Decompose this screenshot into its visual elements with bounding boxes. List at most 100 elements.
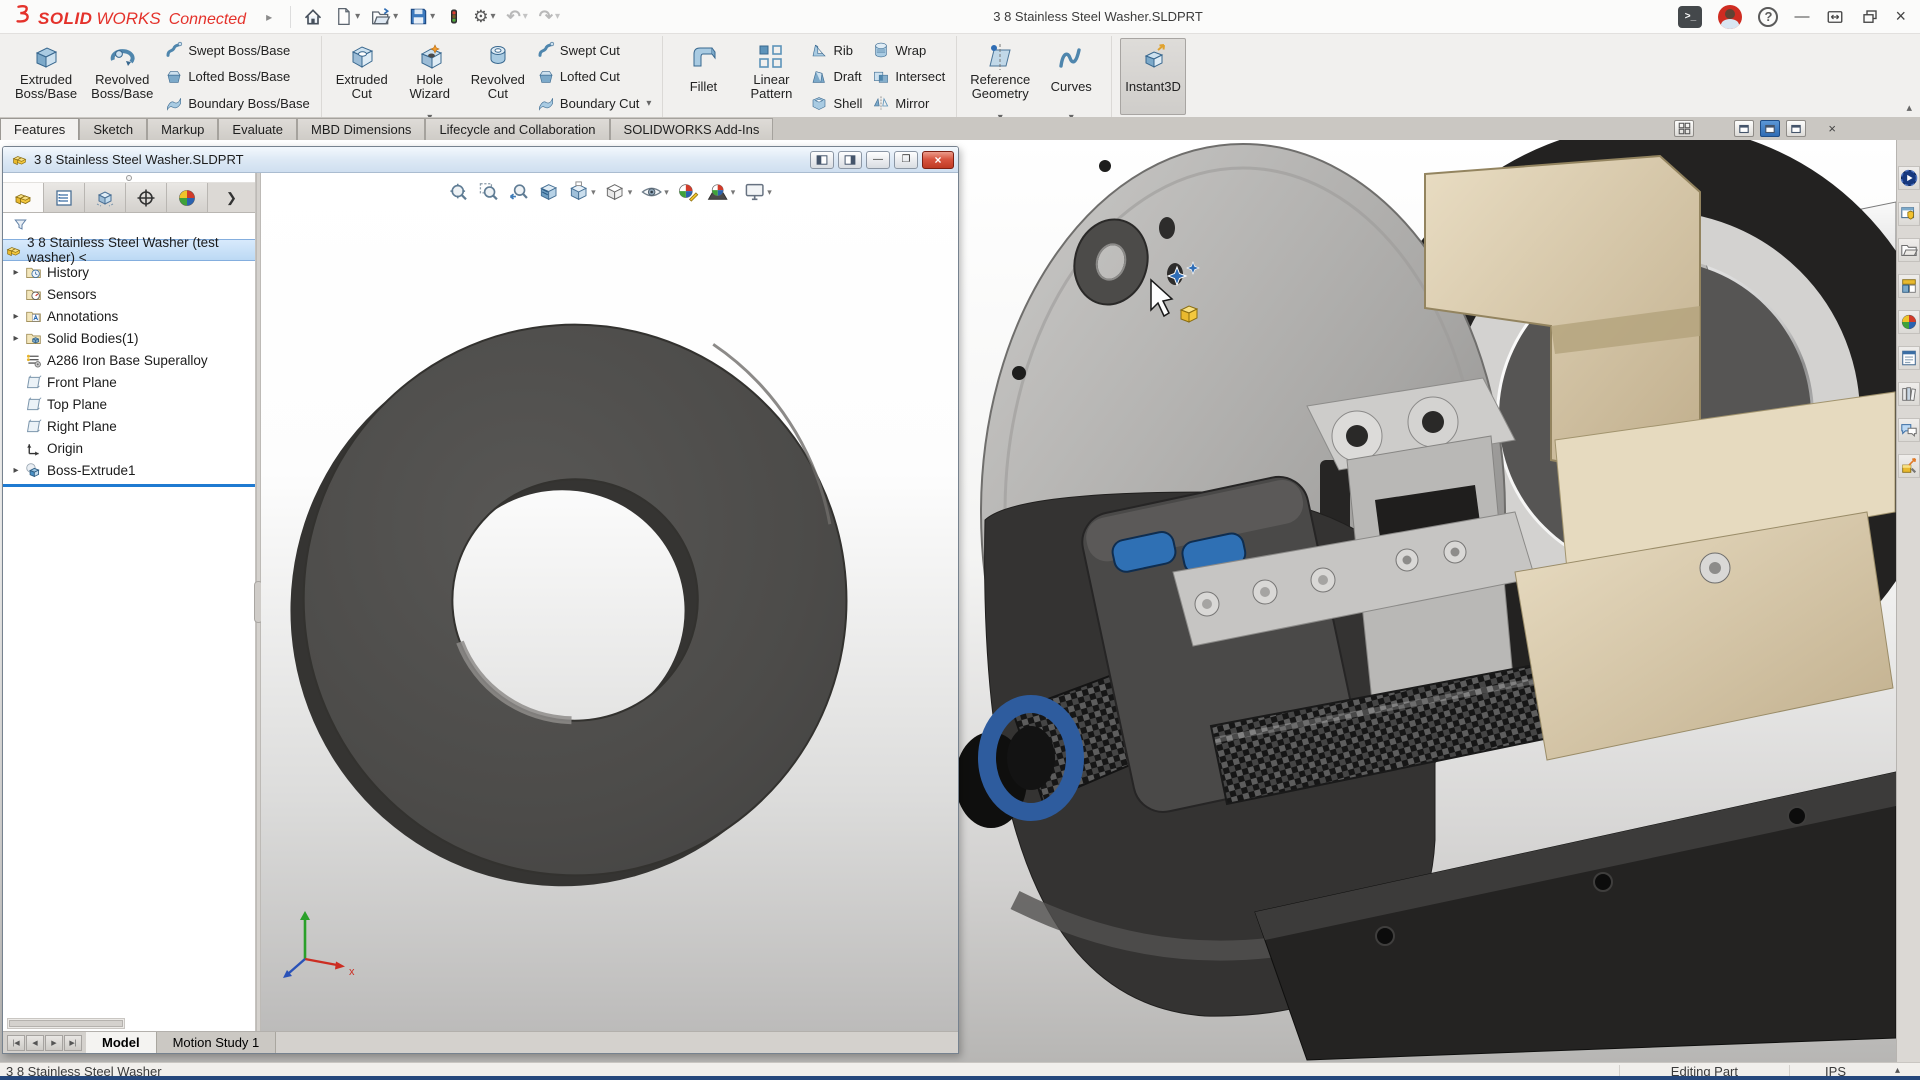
- linear-pattern-button[interactable]: LinearPattern: [739, 38, 803, 115]
- apply-scene-button[interactable]: ▾: [705, 179, 738, 205]
- tree-item-sensors[interactable]: Sensors: [3, 283, 255, 305]
- status-caret-icon[interactable]: ▴: [1895, 1065, 1900, 1076]
- custom-properties-button[interactable]: [1898, 382, 1920, 406]
- restore-button[interactable]: [1861, 8, 1879, 26]
- fm-tab-configuration-manager[interactable]: [85, 183, 126, 212]
- previous-tab-button[interactable]: ◀: [26, 1035, 44, 1051]
- tree-item-boss-extrude1[interactable]: ▸ Boss-Extrude1: [3, 459, 255, 481]
- curves-button[interactable]: Curves ▾: [1039, 38, 1103, 115]
- tree-item-origin[interactable]: Origin: [3, 437, 255, 459]
- swept-boss-base-button[interactable]: Swept Boss/Base: [162, 40, 312, 60]
- appearances-scenes-button[interactable]: [1898, 310, 1920, 334]
- document-restore-button[interactable]: ❐: [894, 151, 918, 169]
- wrap-button[interactable]: Wrap: [869, 40, 948, 60]
- washer-model[interactable]: [261, 173, 958, 1031]
- fm-tab-feature-tree[interactable]: [3, 183, 44, 212]
- background-assembly-viewport[interactable]: [955, 140, 1896, 1062]
- home-button[interactable]: [299, 4, 327, 30]
- new-document-button[interactable]: ▾: [330, 4, 364, 29]
- user-avatar[interactable]: [1718, 5, 1742, 29]
- undo-button[interactable]: ↶▾: [502, 6, 531, 28]
- extruded-boss-base-button[interactable]: ExtrudedBoss/Base: [10, 38, 82, 115]
- zoom-to-fit-button[interactable]: [445, 179, 471, 205]
- fm-tab-dimxpert[interactable]: [126, 183, 167, 212]
- lofted-cut-button[interactable]: Lofted Cut: [534, 67, 655, 87]
- expander-icon[interactable]: ▸: [11, 267, 21, 278]
- expander-icon[interactable]: ▸: [11, 311, 21, 322]
- minimize-button[interactable]: —: [1794, 8, 1809, 25]
- intersect-button[interactable]: Intersect: [869, 67, 948, 87]
- draft-button[interactable]: Draft: [807, 67, 865, 87]
- fm-tab-display-manager[interactable]: [167, 183, 208, 212]
- expand-button[interactable]: [1825, 8, 1845, 26]
- design-library-button[interactable]: [1898, 274, 1920, 298]
- window-view-button-2[interactable]: [1786, 120, 1806, 137]
- hole-wizard-button[interactable]: HoleWizard ▾: [398, 38, 462, 115]
- part-graphics-viewport[interactable]: ▾ ▾ ▾ ▾ ▾ x: [261, 173, 958, 1031]
- extruded-cut-button[interactable]: ExtrudedCut: [330, 38, 394, 115]
- tree-horizontal-scrollbar[interactable]: [7, 1018, 125, 1029]
- motion-study-tab[interactable]: Motion Study 1: [157, 1032, 277, 1053]
- revolved-boss-base-button[interactable]: RevolvedBoss/Base: [86, 38, 158, 115]
- next-tab-button[interactable]: ▶: [45, 1035, 63, 1051]
- tab-evaluate[interactable]: Evaluate: [218, 118, 297, 140]
- view-palette-button[interactable]: [1898, 346, 1920, 370]
- edit-appearance-button[interactable]: [675, 179, 701, 205]
- tab-lifecycle-collaboration[interactable]: Lifecycle and Collaboration: [425, 118, 609, 140]
- user-forum-button[interactable]: [1898, 418, 1920, 442]
- show-left-pane-button[interactable]: [810, 151, 834, 169]
- show-right-pane-button[interactable]: [838, 151, 862, 169]
- close-tab-group-button[interactable]: ×: [1828, 121, 1836, 136]
- redo-button[interactable]: ↷▾: [535, 6, 564, 28]
- solidworks-resources-button[interactable]: [1898, 202, 1920, 226]
- tree-item-material[interactable]: A286 Iron Base Superalloy: [3, 349, 255, 371]
- swept-cut-button[interactable]: Swept Cut: [534, 40, 655, 60]
- tree-item-history[interactable]: ▸ History: [3, 261, 255, 283]
- hide-show-items-button[interactable]: ▾: [638, 179, 671, 205]
- first-tab-button[interactable]: |◀: [7, 1035, 25, 1051]
- fm-tab-property-manager[interactable]: [44, 183, 85, 212]
- tree-item-front-plane[interactable]: Front Plane: [3, 371, 255, 393]
- close-button[interactable]: ×: [1895, 6, 1906, 27]
- shell-button[interactable]: Shell: [807, 93, 865, 113]
- lifecycle-status-button[interactable]: [442, 4, 466, 29]
- document-window-titlebar[interactable]: 3 8 Stainless Steel Washer.SLDPRT — ❐ ×: [3, 147, 958, 173]
- command-prompt-button[interactable]: >_: [1678, 6, 1702, 28]
- rollback-bar[interactable]: [3, 484, 255, 487]
- tree-item-solid-bodies[interactable]: ▸ Solid Bodies(1): [3, 327, 255, 349]
- zoom-to-area-button[interactable]: [475, 179, 501, 205]
- section-view-button[interactable]: [535, 179, 561, 205]
- 3dexperience-compass-button[interactable]: [1898, 166, 1920, 190]
- mirror-button[interactable]: Mirror: [869, 93, 948, 113]
- boundary-cut-button[interactable]: Boundary Cut▾: [534, 93, 655, 113]
- lofted-boss-base-button[interactable]: Lofted Boss/Base: [162, 67, 312, 87]
- document-close-button[interactable]: ×: [922, 151, 954, 169]
- expander-icon[interactable]: ▸: [11, 333, 21, 344]
- tab-markup[interactable]: Markup: [147, 118, 218, 140]
- options-button[interactable]: ⚙▾: [469, 6, 499, 28]
- open-button[interactable]: ▾: [367, 4, 402, 30]
- property-manager-grip[interactable]: [3, 173, 255, 183]
- save-button[interactable]: ▾: [405, 4, 439, 29]
- instant3d-toggle-button[interactable]: Instant3D: [1120, 38, 1186, 115]
- tree-item-top-plane[interactable]: Top Plane: [3, 393, 255, 415]
- tab-mbd-dimensions[interactable]: MBD Dimensions: [297, 118, 425, 140]
- document-builder-button[interactable]: [1898, 454, 1920, 478]
- scrollbar-thumb[interactable]: [9, 1020, 123, 1027]
- window-view-button-1[interactable]: [1734, 120, 1754, 137]
- display-style-button[interactable]: ▾: [602, 179, 635, 205]
- fillet-button[interactable]: Fillet: [671, 38, 735, 115]
- help-button[interactable]: ?: [1758, 7, 1778, 27]
- reference-geometry-button[interactable]: ReferenceGeometry ▾: [965, 38, 1035, 115]
- fm-tabs-overflow-button[interactable]: ❯: [208, 183, 255, 212]
- document-minimize-button[interactable]: —: [866, 151, 890, 169]
- tree-item-right-plane[interactable]: Right Plane: [3, 415, 255, 437]
- view-orientation-button[interactable]: ▾: [565, 179, 598, 205]
- tree-item-annotations[interactable]: ▸ Annotations: [3, 305, 255, 327]
- tab-solidworks-addins[interactable]: SOLIDWORKS Add-Ins: [610, 118, 774, 140]
- revolved-cut-button[interactable]: RevolvedCut: [466, 38, 530, 115]
- ribbon-collapse-caret[interactable]: ▴: [1906, 101, 1912, 114]
- view-settings-button[interactable]: ▾: [741, 179, 774, 205]
- tree-item-part-root[interactable]: 3 8 Stainless Steel Washer (test washer)…: [3, 239, 255, 261]
- tab-sketch[interactable]: Sketch: [79, 118, 147, 140]
